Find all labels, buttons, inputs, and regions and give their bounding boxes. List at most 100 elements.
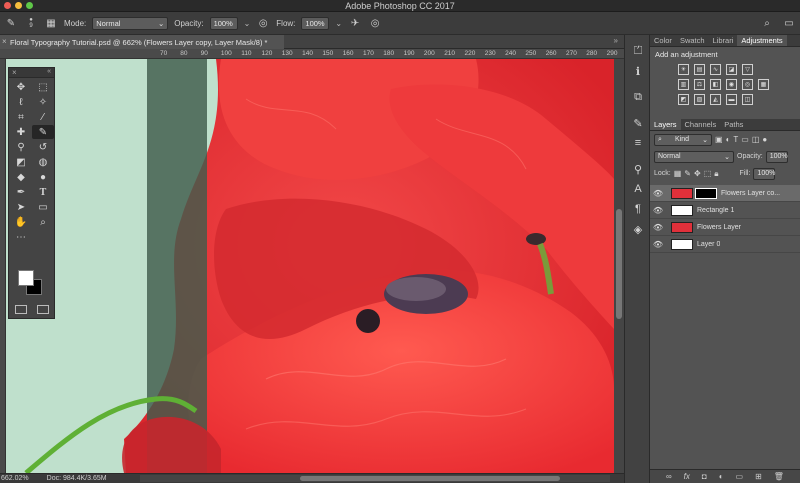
- clone-source-icon[interactable]: ⚲: [625, 159, 651, 179]
- hand-tool-icon[interactable]: ✋: [10, 215, 32, 229]
- adjustment-icon[interactable]: ◐: [719, 472, 724, 481]
- quick-mask-icon[interactable]: [15, 305, 27, 314]
- layer-thumbnail[interactable]: [671, 221, 693, 233]
- color-lookup-icon[interactable]: ▦: [758, 79, 769, 90]
- filter-shape-icon[interactable]: ▭: [741, 135, 749, 144]
- screen-mode-icon[interactable]: [37, 305, 49, 314]
- brush-tool-icon[interactable]: ✎: [32, 125, 54, 139]
- tab-paths[interactable]: Paths: [720, 119, 747, 130]
- layer-row[interactable]: 👁︎ Flowers Layer: [650, 219, 800, 236]
- filter-pixel-icon[interactable]: ▣: [715, 135, 723, 144]
- paragraph-icon[interactable]: ¶: [625, 199, 651, 219]
- filter-toggle-icon[interactable]: ●: [762, 135, 767, 144]
- threshold-icon[interactable]: ◭: [710, 94, 721, 105]
- layer-row[interactable]: 👁︎ Flowers Layer co...: [650, 185, 800, 202]
- clone-stamp-tool-icon[interactable]: ⚲: [10, 140, 32, 154]
- flow-input[interactable]: 100%: [301, 16, 330, 30]
- blend-mode-select[interactable]: Normal ⌄: [654, 150, 734, 163]
- document-tab[interactable]: × Floral Typography Tutorial.psd @ 662% …: [0, 35, 284, 49]
- filter-kind-select[interactable]: ⌕ Kind ⌄: [654, 133, 712, 146]
- more-tools-icon[interactable]: ⋯: [10, 230, 32, 244]
- link-icon[interactable]: ∞: [666, 472, 672, 481]
- filter-adjustment-icon[interactable]: ◐: [726, 135, 731, 144]
- zoom-level[interactable]: 662.02%: [1, 475, 29, 482]
- canvas-area[interactable]: 70 80 90 100 110 120 130 140 150 160 170 180 190 200 2…: [0, 49, 624, 473]
- pressure-opacity-icon[interactable]: ◎: [256, 16, 270, 30]
- libraries-icon[interactable]: ⧉: [625, 87, 651, 107]
- curves-icon[interactable]: ∿: [710, 64, 721, 75]
- mask-icon[interactable]: ◘: [702, 472, 707, 481]
- lock-transparent-icon[interactable]: ▦: [674, 169, 682, 178]
- lock-all-icon[interactable]: 🔒︎: [714, 169, 718, 179]
- brightness-contrast-icon[interactable]: ☀: [678, 64, 689, 75]
- filter-type-icon[interactable]: T: [733, 135, 738, 144]
- hue-saturation-icon[interactable]: ▥: [678, 79, 689, 90]
- airbrush-icon[interactable]: ✈: [348, 16, 362, 30]
- history-icon[interactable]: ⏍: [625, 41, 651, 61]
- lock-pixels-icon[interactable]: ✎: [684, 169, 691, 178]
- channel-mixer-icon[interactable]: ◎: [742, 79, 753, 90]
- healing-brush-tool-icon[interactable]: ✚: [10, 125, 32, 139]
- exposure-icon[interactable]: ◪: [726, 64, 737, 75]
- horizontal-scroll-thumb[interactable]: [300, 476, 560, 481]
- quick-selection-tool-icon[interactable]: ✧: [32, 95, 54, 109]
- history-brush-tool-icon[interactable]: ↺: [32, 140, 54, 154]
- collapse-icon[interactable]: «: [47, 68, 51, 75]
- visibility-eye-icon[interactable]: 👁︎: [650, 206, 666, 215]
- minimize-window-button[interactable]: [15, 2, 22, 9]
- vibrance-icon[interactable]: ▽: [742, 64, 753, 75]
- vertical-scrollbar[interactable]: [614, 59, 624, 473]
- eraser-tool-icon[interactable]: ◩: [10, 155, 32, 169]
- zoom-tool-icon[interactable]: ⌕: [32, 215, 54, 229]
- lock-position-icon[interactable]: ✥: [694, 169, 701, 178]
- type-tool-icon[interactable]: T: [32, 185, 54, 199]
- foreground-color-swatch[interactable]: [18, 270, 34, 286]
- tab-layers[interactable]: Layers: [650, 119, 681, 130]
- chevron-down-icon[interactable]: ⌄: [335, 19, 342, 28]
- paint-bucket-tool-icon[interactable]: ◍: [32, 155, 54, 169]
- zoom-window-button[interactable]: [26, 2, 33, 9]
- close-tab-icon[interactable]: ×: [2, 37, 7, 46]
- path-selection-tool-icon[interactable]: ➤: [10, 200, 32, 214]
- mode-select[interactable]: Normal ⌄: [92, 16, 169, 30]
- horizontal-ruler[interactable]: 70 80 90 100 110 120 130 140 150 160 170 180 190 200 2…: [0, 49, 624, 59]
- close-icon[interactable]: ×: [12, 68, 17, 77]
- close-window-button[interactable]: [4, 2, 11, 9]
- marquee-tool-icon[interactable]: ⬚: [32, 80, 54, 94]
- fill-input[interactable]: 100%: [753, 167, 776, 180]
- dodge-tool-icon[interactable]: ●: [32, 170, 54, 184]
- properties-icon[interactable]: ℹ: [625, 61, 651, 81]
- blur-tool-icon[interactable]: ◆: [10, 170, 32, 184]
- selective-color-icon[interactable]: ◫: [742, 94, 753, 105]
- levels-icon[interactable]: ▤: [694, 64, 705, 75]
- pen-tool-icon[interactable]: ✒: [10, 185, 32, 199]
- brush-panel-toggle-icon[interactable]: ▦: [44, 16, 58, 30]
- visibility-eye-icon[interactable]: 👁︎: [650, 189, 666, 198]
- new-layer-icon[interactable]: ⊞: [755, 472, 762, 481]
- window-controls[interactable]: [4, 2, 33, 9]
- document-canvas[interactable]: [6, 59, 614, 473]
- character-icon[interactable]: A: [625, 179, 651, 199]
- black-white-icon[interactable]: ◧: [710, 79, 721, 90]
- tab-color[interactable]: Color: [650, 35, 676, 46]
- vertical-scroll-thumb[interactable]: [616, 209, 622, 319]
- visibility-eye-icon[interactable]: 👁︎: [650, 240, 666, 249]
- eyedropper-tool-icon[interactable]: ⁄: [32, 110, 54, 124]
- horizontal-scrollbar[interactable]: [140, 475, 610, 482]
- visibility-eye-icon[interactable]: 👁︎: [650, 223, 666, 232]
- lasso-tool-icon[interactable]: ℓ: [10, 95, 32, 109]
- color-balance-icon[interactable]: ⚖: [694, 79, 705, 90]
- layer-thumbnail[interactable]: [671, 204, 693, 216]
- crop-tool-icon[interactable]: ⌗: [10, 110, 32, 124]
- search-icon[interactable]: ⌕: [760, 16, 774, 30]
- pressure-size-icon[interactable]: ◎: [368, 16, 382, 30]
- tab-adjustments[interactable]: Adjustments: [737, 35, 787, 46]
- photo-filter-icon[interactable]: ◉: [726, 79, 737, 90]
- brush-tool-preset-icon[interactable]: ✎: [4, 16, 18, 30]
- layer-row[interactable]: 👁︎ Layer 0: [650, 236, 800, 253]
- folder-icon[interactable]: ▭: [736, 472, 744, 481]
- filter-smart-icon[interactable]: ◫: [752, 135, 760, 144]
- tab-channels[interactable]: Channels: [681, 119, 721, 130]
- invert-icon[interactable]: ◩: [678, 94, 689, 105]
- fx-icon[interactable]: fx: [684, 472, 690, 481]
